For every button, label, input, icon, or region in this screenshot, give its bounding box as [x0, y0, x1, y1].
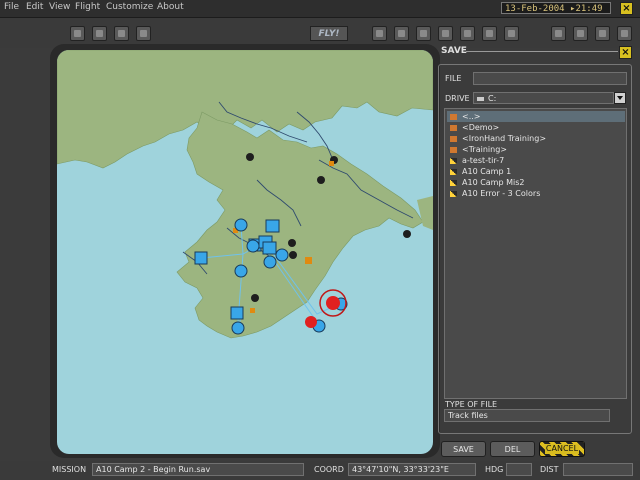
mission-label: MISSION [52, 465, 87, 474]
datetime-display: 13-Feb-2004 ▸21:49 [501, 2, 611, 14]
menu-view[interactable]: View [49, 2, 70, 12]
toolbar-options-button-2[interactable] [573, 26, 588, 41]
save-panel-title: SAVE [441, 46, 467, 56]
drive-select[interactable]: C: [473, 92, 614, 104]
save-panel-close-button[interactable]: × [619, 46, 632, 59]
track-file-icon [450, 179, 457, 186]
mission-map[interactable] [57, 50, 433, 454]
folder-icon [450, 113, 457, 120]
toolbar-tools-button[interactable] [136, 26, 151, 41]
file-list[interactable]: <..> <Demo> <IronHand Training> <Trainin… [444, 108, 627, 399]
toolbar-unit-button-5[interactable] [460, 26, 475, 41]
menu-customize[interactable]: Customize [106, 2, 153, 12]
toolbar-unit-button-7[interactable] [504, 26, 519, 41]
toolbar-options-button-3[interactable] [595, 26, 610, 41]
toolbar-unit-button-2[interactable] [394, 26, 409, 41]
heading-label: HDG [485, 465, 504, 474]
file-name-input[interactable] [473, 72, 627, 85]
file-list-item[interactable]: a-test-tir-7 [447, 155, 625, 166]
toolbar-options-button-1[interactable] [551, 26, 566, 41]
file-type-label: TYPE OF FILE [445, 400, 498, 409]
track-file-icon [450, 157, 457, 164]
track-file-icon [450, 168, 457, 175]
toolbar-save-button[interactable] [114, 26, 129, 41]
save-button[interactable]: SAVE [441, 441, 486, 457]
fly-button[interactable]: FLY! [310, 26, 348, 41]
folder-icon [450, 135, 457, 142]
folder-icon [450, 146, 457, 153]
coord-label: COORD [314, 465, 344, 474]
file-type-select[interactable]: Track files [444, 409, 610, 422]
cancel-button-label: CANCEL [545, 444, 579, 454]
toolbar-options-button-4[interactable] [617, 26, 632, 41]
file-list-item[interactable]: <Training> [447, 144, 625, 155]
folder-icon [450, 124, 457, 131]
heading-field [506, 463, 532, 476]
file-list-item[interactable]: A10 Camp 1 [447, 166, 625, 177]
save-panel-divider [466, 51, 618, 52]
file-list-item[interactable]: A10 Error - 3 Colors [447, 188, 625, 199]
toolbar-unit-button-3[interactable] [416, 26, 431, 41]
toolbar-new-button[interactable] [70, 26, 85, 41]
menu-edit[interactable]: Edit [26, 2, 43, 12]
file-list-item[interactable]: <..> [447, 111, 625, 122]
app-close-button[interactable]: × [620, 2, 633, 15]
drive-select-value: C: [488, 94, 497, 103]
drive-icon [477, 96, 484, 101]
toolbar-unit-button-4[interactable] [438, 26, 453, 41]
mission-name-field: A10 Camp 2 - Begin Run.sav [92, 463, 304, 476]
toolbar-open-button[interactable] [92, 26, 107, 41]
file-list-item[interactable]: A10 Camp Mis2 [447, 177, 625, 188]
file-list-item[interactable]: <Demo> [447, 122, 625, 133]
distance-field [563, 463, 633, 476]
drive-label: DRIVE [445, 94, 470, 103]
file-list-item[interactable]: <IronHand Training> [447, 133, 625, 144]
menu-about[interactable]: About [157, 2, 184, 12]
menu-file[interactable]: File [4, 2, 19, 12]
coord-field: 43°47'10"N, 33°33'23"E [348, 463, 476, 476]
toolbar-unit-button-6[interactable] [482, 26, 497, 41]
distance-label: DIST [540, 465, 559, 474]
cancel-button[interactable]: CANCEL [539, 441, 585, 457]
toolbar-unit-button-1[interactable] [372, 26, 387, 41]
track-file-icon [450, 190, 457, 197]
menu-flight[interactable]: Flight [75, 2, 100, 12]
delete-button[interactable]: DEL [490, 441, 535, 457]
file-label: FILE [445, 74, 462, 83]
menu-bar: File Edit View Flight Customize About 13… [0, 0, 640, 18]
drive-dropdown-button[interactable] [614, 92, 626, 104]
